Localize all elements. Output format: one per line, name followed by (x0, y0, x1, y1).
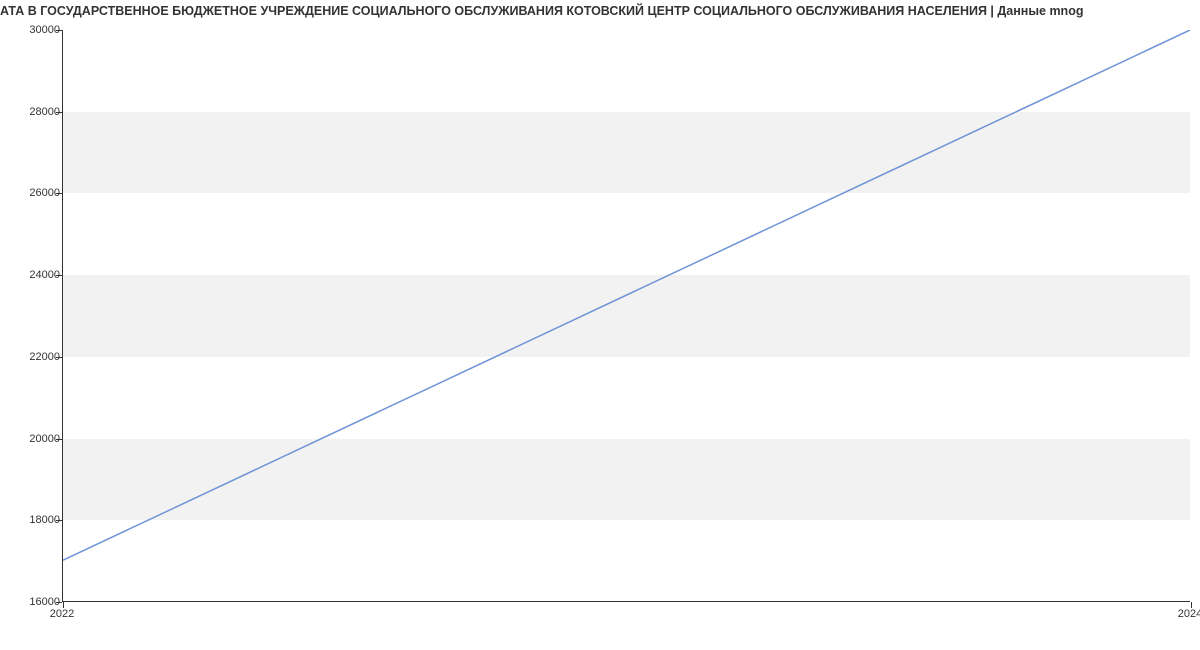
grid-band (63, 439, 1190, 521)
y-tick-label: 24000 (29, 269, 60, 281)
y-tick-label: 30000 (29, 24, 60, 36)
x-tick-label: 2022 (50, 608, 74, 620)
chart-title: АТА В ГОСУДАРСТВЕННОЕ БЮДЖЕТНОЕ УЧРЕЖДЕН… (0, 0, 1200, 22)
y-tick-label: 18000 (29, 514, 60, 526)
y-tick-label: 20000 (29, 433, 60, 445)
y-tick-label: 28000 (29, 106, 60, 118)
grid-band (63, 112, 1190, 194)
y-tick-label: 22000 (29, 351, 60, 363)
y-tick-label: 16000 (29, 596, 60, 608)
y-tick-label: 26000 (29, 187, 60, 199)
plot-area (62, 30, 1190, 602)
grid-band (63, 275, 1190, 357)
chart-container: 16000 18000 20000 22000 24000 26000 28000 30000… (0, 22, 1200, 647)
x-tick-label: 2024 (1178, 608, 1200, 620)
